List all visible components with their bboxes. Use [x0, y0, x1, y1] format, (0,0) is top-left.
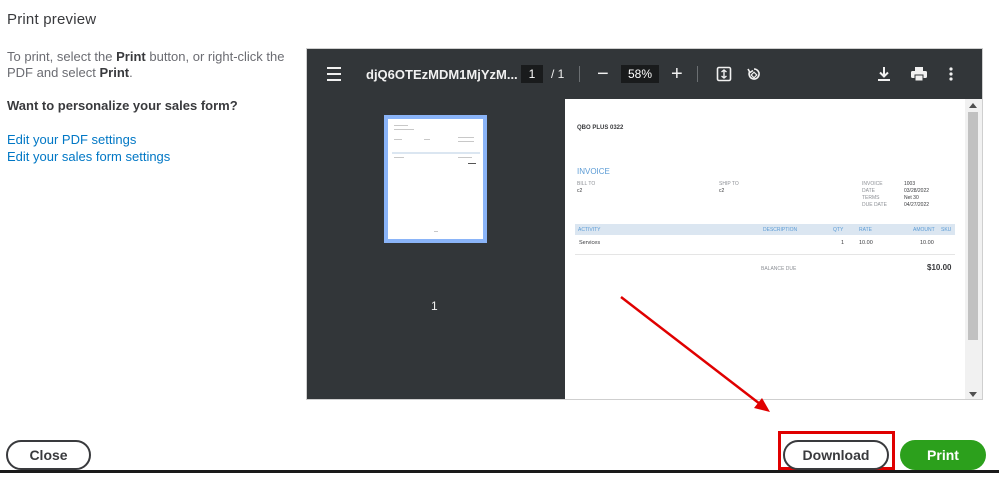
more-icon[interactable] — [949, 49, 953, 99]
print-icon[interactable] — [911, 49, 927, 99]
zoom-out-button[interactable]: − — [597, 49, 611, 99]
page-indicator: 1 / 1 — [521, 49, 564, 99]
col-amount: AMOUNT — [913, 227, 935, 233]
due-date-label: DUE DATE — [862, 202, 887, 208]
edit-pdf-settings-link[interactable]: Edit your PDF settings — [7, 132, 136, 147]
toolbar-divider — [697, 66, 698, 82]
scroll-thumb[interactable] — [968, 112, 978, 340]
page-thumbnail[interactable] — [384, 115, 487, 243]
row-divider — [575, 254, 955, 255]
print-preview-dialog: Print preview To print, select the Print… — [0, 0, 999, 478]
instruction-print-word-2: Print — [99, 65, 130, 80]
document-title: djQ6OTEzMDM1MjYzM... — [366, 66, 518, 82]
footer-divider — [0, 470, 999, 473]
terms-value: Net 30 — [904, 195, 919, 201]
invoice-heading: INVOICE — [577, 167, 610, 176]
row-qty: 1 — [841, 240, 845, 246]
close-button[interactable]: Close — [6, 440, 91, 470]
download-button[interactable]: Download — [783, 440, 889, 470]
line-items-header: ACTIVITY DESCRIPTION QTY RATE AMOUNT SKU — [575, 224, 955, 235]
instruction-text-end: . — [129, 65, 133, 80]
invoice-number-value: 1003 — [904, 181, 916, 187]
instruction-text: To print, select the — [7, 49, 117, 64]
thumbnail-panel: 1 — [307, 99, 565, 399]
print-instructions: To print, select the Print button, or ri… — [7, 49, 307, 81]
row-activity: Services — [579, 240, 601, 246]
due-date-value: 04/27/2022 — [904, 202, 930, 208]
col-rate: RATE — [859, 227, 872, 233]
menu-icon[interactable] — [327, 49, 345, 99]
invoice-number-label: INVOICE — [862, 181, 883, 187]
viewer-scrollbar[interactable] — [965, 99, 982, 399]
zoom-level: 58% — [621, 49, 659, 99]
col-sku: SKU — [941, 227, 952, 233]
scroll-down-icon[interactable] — [969, 392, 977, 397]
zoom-input[interactable]: 58% — [621, 65, 659, 83]
edit-sales-form-settings-link[interactable]: Edit your sales form settings — [7, 149, 170, 164]
print-button[interactable]: Print — [900, 440, 986, 470]
page-total: / 1 — [551, 67, 565, 81]
rotate-icon[interactable] — [746, 49, 762, 99]
download-icon[interactable] — [877, 49, 891, 99]
zoom-in-button[interactable]: + — [671, 49, 683, 99]
fit-page-icon[interactable] — [716, 49, 732, 99]
col-activity: ACTIVITY — [578, 227, 601, 233]
balance-due-value: $10.00 — [927, 263, 952, 272]
toolbar-divider — [579, 66, 580, 82]
row-rate: 10.00 — [859, 240, 873, 246]
date-value: 03/28/2022 — [904, 188, 930, 194]
personalize-heading: Want to personalize your sales form? — [7, 98, 238, 113]
terms-label: TERMS — [862, 195, 880, 201]
ship-to-value: c2 — [719, 188, 725, 194]
bill-to-value: c2 — [577, 188, 583, 194]
thumbnail-page-number: 1 — [431, 299, 438, 313]
col-qty: QTY — [833, 227, 844, 233]
scroll-up-icon[interactable] — [969, 103, 977, 108]
instruction-print-word: Print — [116, 49, 146, 64]
row-amount: 10.00 — [920, 240, 934, 246]
company-name: QBO PLUS 0322 — [577, 125, 624, 131]
page-number-input[interactable]: 1 — [521, 65, 543, 83]
page-title: Print preview — [7, 11, 97, 28]
invoice-page: QBO PLUS 0322 INVOICE BILL TO c2 SHIP TO… — [565, 99, 965, 399]
ship-to-label: SHIP TO — [719, 181, 739, 187]
pdf-toolbar: djQ6OTEzMDM1MjYzM... 1 / 1 − 58% + — [307, 49, 982, 99]
balance-due-label: BALANCE DUE — [761, 266, 797, 272]
date-label: DATE — [862, 188, 875, 194]
col-description: DESCRIPTION — [763, 227, 798, 233]
pdf-viewer: djQ6OTEzMDM1MjYzM... 1 / 1 − 58% + 1 QBO… — [306, 48, 983, 400]
bill-to-label: BILL TO — [577, 181, 596, 187]
